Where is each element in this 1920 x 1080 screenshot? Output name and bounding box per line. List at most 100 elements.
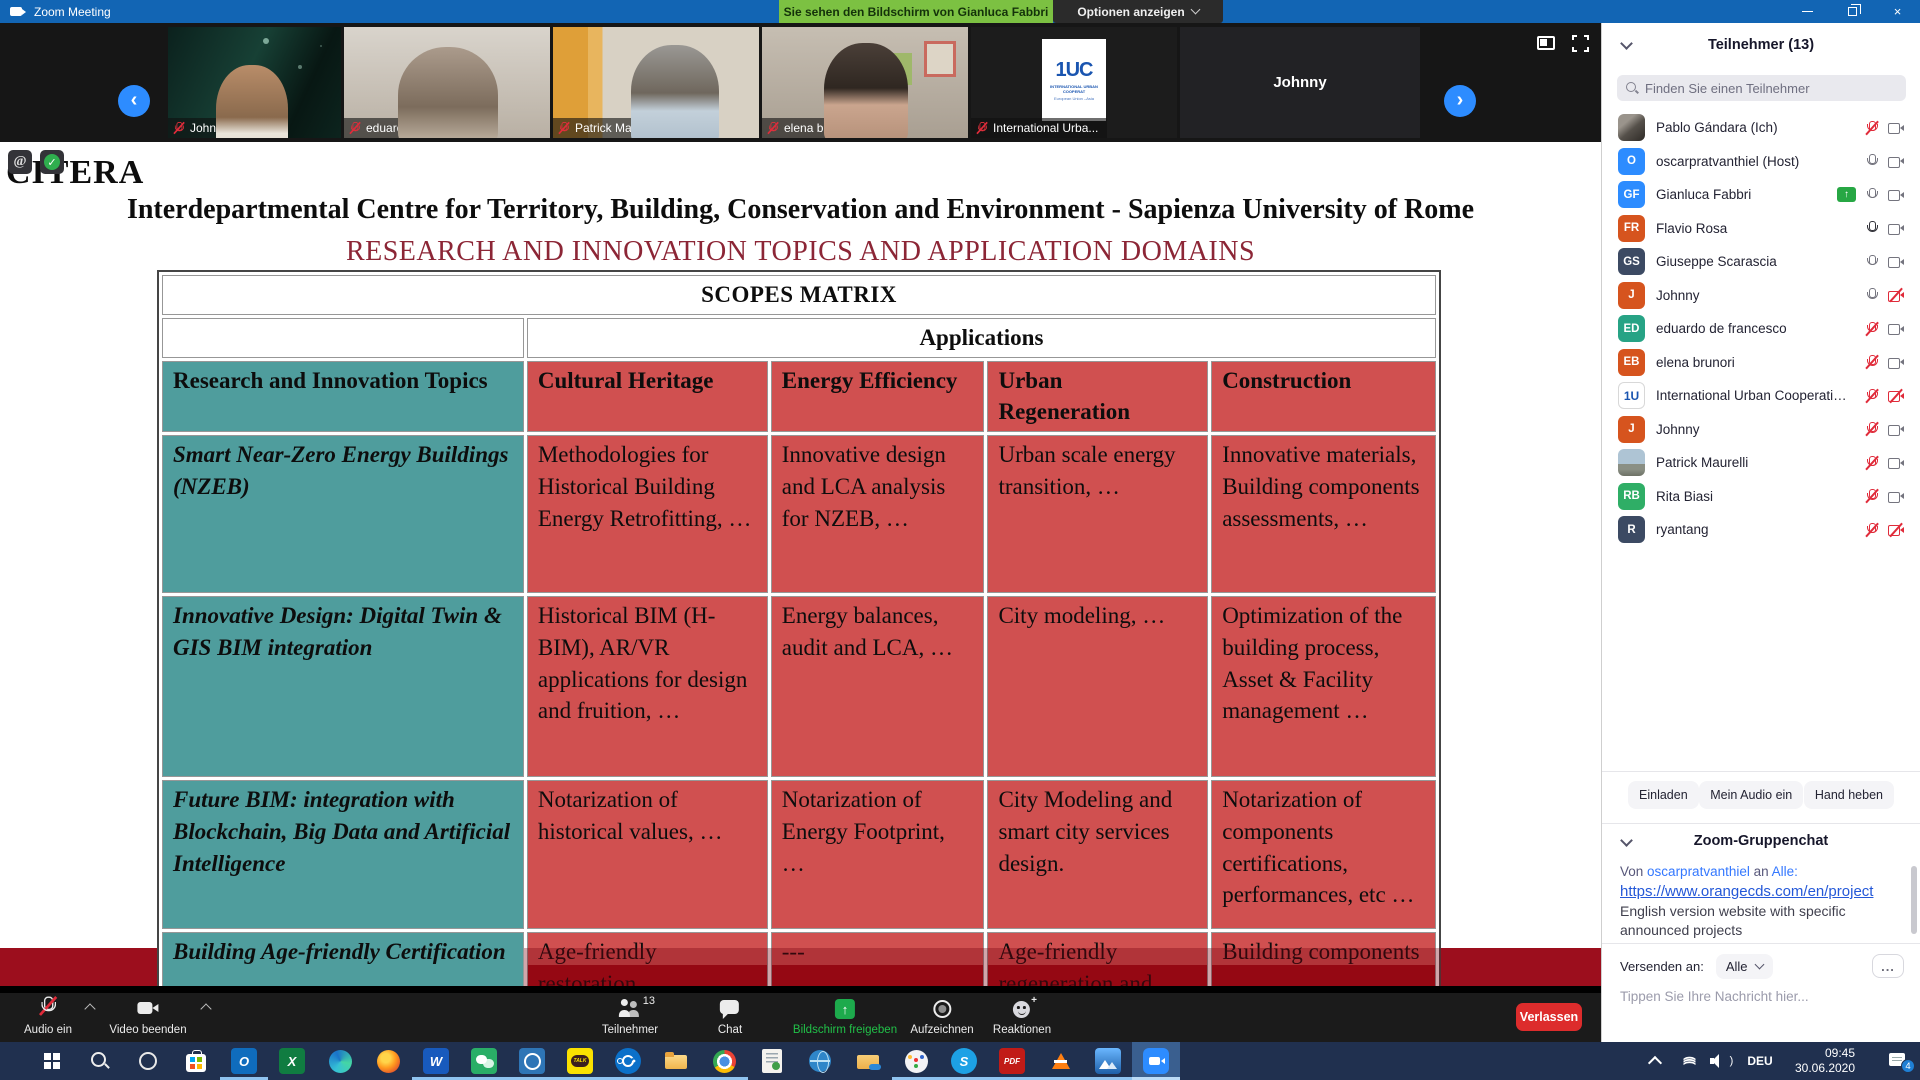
taskbar-icon-onedrive-folder[interactable] [844, 1042, 892, 1080]
camera-icon[interactable] [1888, 153, 1904, 169]
taskbar-icon-paint[interactable] [892, 1042, 940, 1080]
mic-active-icon[interactable] [1864, 220, 1880, 236]
previous-videos-button[interactable]: ‹ [118, 85, 150, 117]
chat-link[interactable]: https://www.orangecds.com/en/project [1620, 883, 1890, 900]
participant-row[interactable]: 1U International Urban Cooperation ... [1602, 379, 1920, 413]
taskbar-icon-kakaotalk[interactable] [556, 1042, 604, 1080]
camera-icon[interactable] [1888, 120, 1904, 136]
start-button[interactable] [28, 1042, 76, 1080]
mic-muted-icon[interactable] [1864, 522, 1880, 538]
reactions-button[interactable]: + Reaktionen [993, 998, 1051, 1036]
participant-row[interactable]: J Johnny [1602, 279, 1920, 313]
mic-muted-icon[interactable] [1864, 321, 1880, 337]
taskbar-icon-search[interactable] [76, 1042, 124, 1080]
mic-icon[interactable] [1864, 287, 1880, 303]
send-to-dropdown[interactable]: Alle [1716, 954, 1773, 979]
camera-icon[interactable] [1888, 421, 1904, 437]
taskbar-icon-firefox[interactable] [364, 1042, 412, 1080]
audio-button[interactable]: Audio ein [24, 998, 72, 1036]
audio-options-chevron[interactable] [84, 1003, 95, 1014]
participant-row[interactable]: O oscarpratvanthiel (Host) [1602, 145, 1920, 179]
camera-off-icon[interactable] [1888, 287, 1904, 303]
taskbar-icon-chrome[interactable] [700, 1042, 748, 1080]
participants-button[interactable]: 13 Teilnehmer [602, 998, 658, 1036]
taskbar-icon-photos[interactable] [1084, 1042, 1132, 1080]
fullscreen-icon[interactable] [1572, 35, 1589, 52]
chat-button[interactable]: Chat [718, 998, 742, 1036]
participant-row[interactable]: GF Gianluca Fabbri ↑ [1602, 178, 1920, 212]
minimize-button[interactable] [1785, 0, 1830, 23]
taskbar-icon-vlc[interactable] [1036, 1042, 1084, 1080]
video-tile-johnny[interactable]: Johnny [168, 27, 341, 138]
volume-indicator[interactable]: ) [1704, 1042, 1738, 1080]
unmute-audio-button[interactable]: Mein Audio ein [1699, 781, 1803, 809]
video-tile-johnny-novideo[interactable]: Johnny [1180, 27, 1420, 138]
participant-row[interactable]: ED eduardo de francesco [1602, 312, 1920, 346]
notification-center[interactable]: 4 [1868, 1042, 1920, 1080]
taskbar-icon-zoom[interactable] [1132, 1042, 1180, 1080]
mic-muted-icon[interactable] [1864, 488, 1880, 504]
participant-row[interactable]: EB elena brunori [1602, 346, 1920, 380]
camera-off-icon[interactable] [1888, 388, 1904, 404]
camera-off-icon[interactable] [1888, 522, 1904, 538]
mic-icon[interactable] [1864, 153, 1880, 169]
chat-more-button[interactable]: ... [1872, 954, 1904, 978]
camera-icon[interactable] [1888, 321, 1904, 337]
participant-search[interactable] [1617, 75, 1906, 101]
participant-row[interactable]: RB Rita Biasi [1602, 480, 1920, 514]
taskbar-icon-globe-app[interactable] [796, 1042, 844, 1080]
options-menu-button[interactable]: Optionen anzeigen [1053, 0, 1223, 23]
participant-row[interactable]: J Johnny [1602, 413, 1920, 447]
mic-muted-icon[interactable] [1864, 120, 1880, 136]
chat-scrollbar[interactable] [1911, 866, 1917, 934]
mic-icon[interactable] [1864, 187, 1880, 203]
video-button[interactable]: Video beenden [109, 998, 186, 1036]
close-button[interactable]: × [1875, 0, 1920, 23]
camera-icon[interactable] [1888, 488, 1904, 504]
clock[interactable]: 09:4530.06.2020 [1782, 1042, 1868, 1080]
mic-muted-icon[interactable] [1864, 388, 1880, 404]
camera-icon[interactable] [1888, 354, 1904, 370]
taskbar-icon-excel[interactable]: X [268, 1042, 316, 1080]
taskbar-icon-whatsapp[interactable] [508, 1042, 556, 1080]
taskbar-icon-word[interactable]: W [412, 1042, 460, 1080]
participant-row[interactable]: Pablo Gándara (Ich) [1602, 111, 1920, 145]
next-videos-button[interactable]: › [1444, 85, 1476, 117]
taskbar-icon-skype[interactable]: S [940, 1042, 988, 1080]
taskbar-icon-store[interactable] [172, 1042, 220, 1080]
camera-icon[interactable] [1888, 220, 1904, 236]
language-indicator[interactable]: DEU [1738, 1042, 1782, 1080]
raise-hand-button[interactable]: Hand heben [1804, 781, 1894, 809]
taskbar-icon-wechat[interactable] [460, 1042, 508, 1080]
camera-icon[interactable] [1888, 455, 1904, 471]
taskbar-icon-nextcloud[interactable] [604, 1042, 652, 1080]
invite-button[interactable]: Einladen [1628, 781, 1699, 809]
taskbar-icon-outlook[interactable]: O [220, 1042, 268, 1080]
video-tile-iuc[interactable]: 1UC INTERNATIONAL URBAN COOPERAT Europea… [971, 27, 1177, 138]
taskbar-icon-document-app[interactable] [748, 1042, 796, 1080]
mic-icon[interactable] [1864, 254, 1880, 270]
gallery-view-icon[interactable] [1537, 36, 1555, 50]
participant-row[interactable]: R ryantang [1602, 513, 1920, 547]
camera-icon[interactable] [1888, 254, 1904, 270]
taskbar-icon-pdf[interactable]: PDF [988, 1042, 1036, 1080]
participant-row[interactable]: GS Giuseppe Scarascia [1602, 245, 1920, 279]
mic-muted-icon[interactable] [1864, 354, 1880, 370]
tray-expand-chevron[interactable] [1638, 1042, 1672, 1080]
video-tile-eduardo[interactable]: eduardo de france... [344, 27, 550, 138]
participant-row[interactable]: FR Flavio Rosa [1602, 212, 1920, 246]
restore-button[interactable] [1830, 0, 1875, 23]
taskbar-icon-cortana[interactable] [124, 1042, 172, 1080]
video-tile-patrick[interactable]: Patrick Maurelli [553, 27, 759, 138]
taskbar-icon-edge[interactable] [316, 1042, 364, 1080]
camera-icon[interactable] [1888, 187, 1904, 203]
participant-row[interactable]: Patrick Maurelli [1602, 446, 1920, 480]
chat-message-input[interactable] [1620, 989, 1904, 1004]
wifi-indicator[interactable]: ))) [1672, 1042, 1704, 1080]
video-tile-elena[interactable]: elena brunori [762, 27, 968, 138]
leave-meeting-button[interactable]: Verlassen [1516, 1003, 1582, 1031]
share-screen-button[interactable]: ↑ Bildschirm freigeben [793, 998, 897, 1036]
mic-muted-icon[interactable] [1864, 421, 1880, 437]
video-options-chevron[interactable] [200, 1003, 211, 1014]
taskbar-icon-explorer[interactable] [652, 1042, 700, 1080]
